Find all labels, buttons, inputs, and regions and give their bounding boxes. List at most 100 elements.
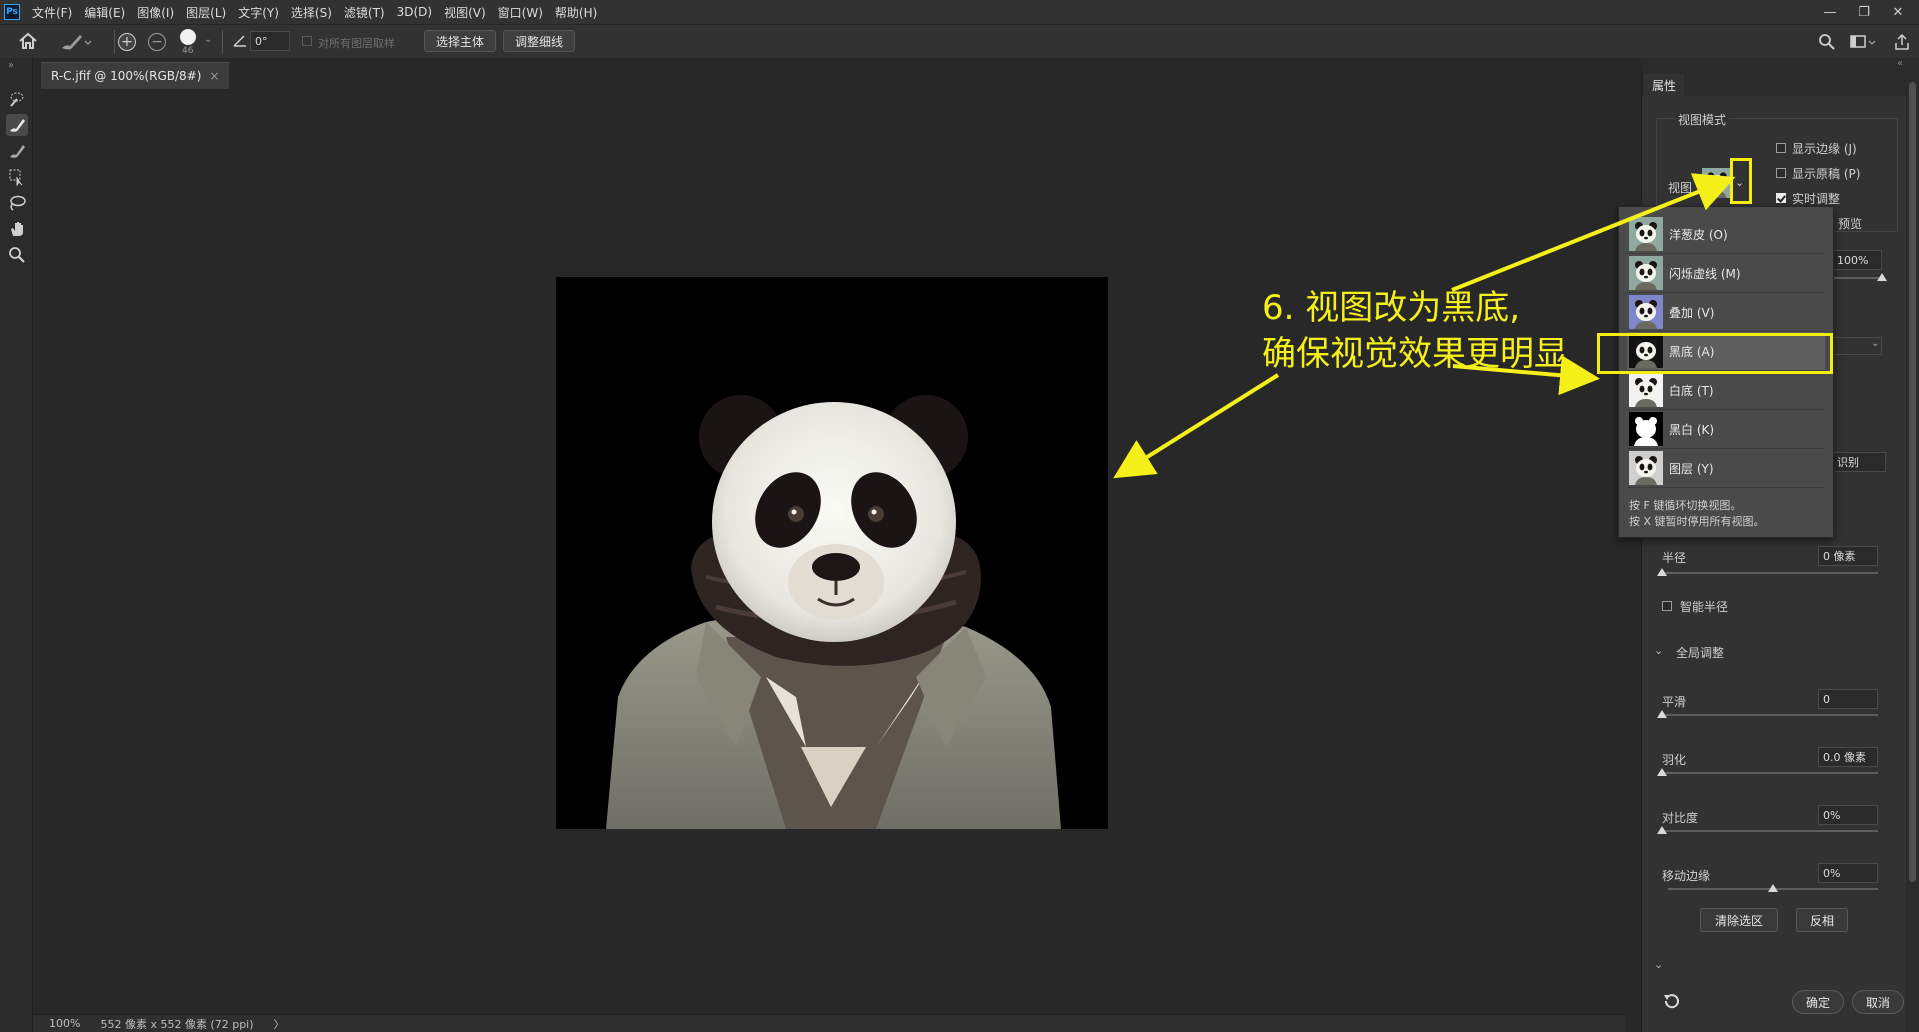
cancel-button[interactable]: 取消	[1852, 990, 1904, 1014]
view-option-label: 洋葱皮 (O)	[1669, 227, 1728, 242]
view-option-label: 图层 (Y)	[1669, 461, 1714, 476]
brush-preview-icon[interactable]	[180, 29, 196, 45]
quick-selection-tool-icon[interactable]	[6, 88, 28, 110]
feather-input[interactable]: 0.0 像素	[1818, 747, 1878, 767]
chevron-down-icon[interactable]: ⌄	[204, 34, 212, 45]
panel-scrollbar[interactable]	[1906, 72, 1919, 1032]
search-icon[interactable]	[1818, 33, 1836, 54]
menu-bar: Ps 文件(F) 编辑(E) 图像(I) 图层(L) 文字(Y) 选择(S) 滤…	[0, 0, 1919, 24]
menu-view[interactable]: 视图(V)	[438, 4, 492, 21]
reset-icon[interactable]	[1662, 992, 1680, 1013]
feather-slider[interactable]	[1662, 772, 1878, 774]
recognize-button[interactable]: 识别	[1832, 452, 1886, 472]
overlay-thumbnail	[1629, 295, 1663, 329]
opacity-input[interactable]: 100%	[1832, 250, 1882, 270]
menu-edit[interactable]: 编辑(E)	[78, 4, 131, 21]
panda-illustration	[606, 395, 1061, 829]
smooth-slider[interactable]	[1662, 714, 1878, 716]
zoom-level[interactable]: 100%	[49, 1017, 80, 1030]
ok-button[interactable]: 确定	[1792, 990, 1844, 1014]
collapse-toolbar-icon[interactable]: »	[8, 60, 14, 71]
shift-edge-input[interactable]: 0%	[1818, 863, 1878, 883]
zoom-tool-icon[interactable]	[6, 244, 28, 266]
refine-brush-tool-icon[interactable]	[58, 31, 92, 56]
menu-help[interactable]: 帮助(H)	[549, 4, 603, 21]
document-tab-title: R-C.jfif @ 100%(RGB/8#)	[51, 69, 202, 83]
opacity-slider-thumb[interactable]	[1877, 273, 1887, 281]
shift-edge-slider-thumb[interactable]	[1768, 884, 1778, 892]
show-original-checkbox[interactable]	[1776, 168, 1786, 178]
show-edge-label: 显示边缘 (J)	[1792, 142, 1857, 156]
radius-slider-thumb[interactable]	[1657, 568, 1667, 576]
refine-edge-brush-tool-icon[interactable]	[6, 114, 28, 136]
menu-layer[interactable]: 图层(L)	[180, 4, 232, 21]
share-icon[interactable]	[1894, 33, 1910, 54]
menu-type[interactable]: 文字(Y)	[232, 4, 285, 21]
object-selection-tool-icon[interactable]	[6, 166, 28, 188]
smart-radius-label: 智能半径	[1680, 600, 1729, 614]
opacity-slider[interactable]	[1832, 277, 1882, 279]
marching-ants-thumbnail	[1629, 256, 1663, 290]
preview-label: 预览	[1838, 217, 1863, 231]
sample-all-layers-checkbox[interactable]	[302, 36, 312, 46]
menu-window[interactable]: 窗口(W)	[492, 4, 549, 21]
chevron-down-icon[interactable]: ⌄	[1654, 958, 1663, 971]
radius-input[interactable]: 0 像素	[1818, 546, 1878, 566]
onion-skin-thumbnail	[1629, 217, 1663, 251]
angle-input[interactable]: 0°	[250, 31, 290, 51]
smooth-input[interactable]: 0	[1818, 689, 1878, 709]
collapse-panel-icon[interactable]: «	[1897, 58, 1903, 69]
smooth-slider-thumb[interactable]	[1657, 710, 1667, 718]
view-option-black-white[interactable]: 黑白 (K)	[1627, 410, 1825, 449]
brush-tool-icon[interactable]	[6, 140, 28, 162]
annotation-text: 6. 视图改为黑底, 确保视觉效果更明显	[1262, 285, 1568, 377]
hand-tool-icon[interactable]	[6, 218, 28, 240]
highlight-on-black-option	[1597, 333, 1833, 374]
refine-hair-button[interactable]: 调整细线	[503, 30, 575, 52]
view-option-on-white[interactable]: 白底 (T)	[1627, 371, 1825, 410]
feather-slider-thumb[interactable]	[1657, 768, 1667, 776]
subtract-mode-icon[interactable]: −	[148, 33, 166, 51]
smart-radius-checkbox[interactable]	[1662, 601, 1672, 611]
scrollbar-thumb[interactable]	[1909, 82, 1916, 882]
close-tab-icon[interactable]: ×	[209, 69, 219, 83]
chevron-down-icon[interactable]: ⌄	[1654, 644, 1663, 657]
view-option-onion-skin[interactable]: 洋葱皮 (O)	[1627, 215, 1825, 254]
contrast-slider-thumb[interactable]	[1657, 826, 1667, 834]
select-subject-button[interactable]: 选择主体	[424, 30, 496, 52]
global-adjust-title[interactable]: 全局调整	[1676, 644, 1724, 661]
contrast-input[interactable]: 0%	[1818, 805, 1878, 825]
shift-edge-label: 移动边缘	[1662, 869, 1711, 883]
panel-header-strip: «	[1641, 58, 1919, 72]
document-tab[interactable]: R-C.jfif @ 100%(RGB/8#) ×	[41, 62, 230, 89]
realtime-checkbox[interactable]	[1776, 193, 1786, 203]
clear-selection-button[interactable]: 清除选区	[1700, 908, 1778, 932]
divider	[114, 30, 115, 54]
radius-label: 半径	[1662, 551, 1687, 565]
invert-button[interactable]: 反相	[1796, 908, 1848, 932]
status-menu-arrow[interactable]: 〉	[274, 1016, 285, 1032]
contrast-slider[interactable]	[1662, 830, 1878, 832]
add-mode-icon[interactable]: +	[118, 33, 136, 51]
chevron-down-icon[interactable]: ⌄	[1871, 338, 1879, 349]
tab-properties[interactable]: 属性	[1644, 74, 1685, 96]
radius-slider[interactable]	[1662, 572, 1878, 574]
menu-filter[interactable]: 滤镜(T)	[338, 4, 391, 21]
menu-image[interactable]: 图像(I)	[131, 4, 180, 21]
view-option-marching-ants[interactable]: 闪烁虚线 (M)	[1627, 254, 1825, 293]
workspace-icon[interactable]	[1850, 34, 1876, 53]
menu-select[interactable]: 选择(S)	[285, 4, 338, 21]
menu-3d[interactable]: 3D(D)	[391, 5, 438, 19]
close-window-button[interactable]: ✕	[1881, 0, 1915, 24]
minimize-button[interactable]: —	[1813, 0, 1847, 24]
lasso-tool-icon[interactable]	[6, 192, 28, 214]
panda-photo[interactable]	[556, 277, 1108, 829]
show-edge-checkbox[interactable]	[1776, 143, 1786, 153]
view-option-on-layers[interactable]: 图层 (Y)	[1627, 449, 1825, 488]
contrast-label: 对比度	[1662, 811, 1699, 825]
menu-file[interactable]: 文件(F)	[26, 4, 78, 21]
restore-button[interactable]: ❐	[1847, 0, 1881, 24]
view-option-overlay[interactable]: 叠加 (V)	[1627, 293, 1825, 332]
home-icon[interactable]	[18, 32, 38, 53]
view-thumbnail[interactable]	[1702, 168, 1732, 198]
